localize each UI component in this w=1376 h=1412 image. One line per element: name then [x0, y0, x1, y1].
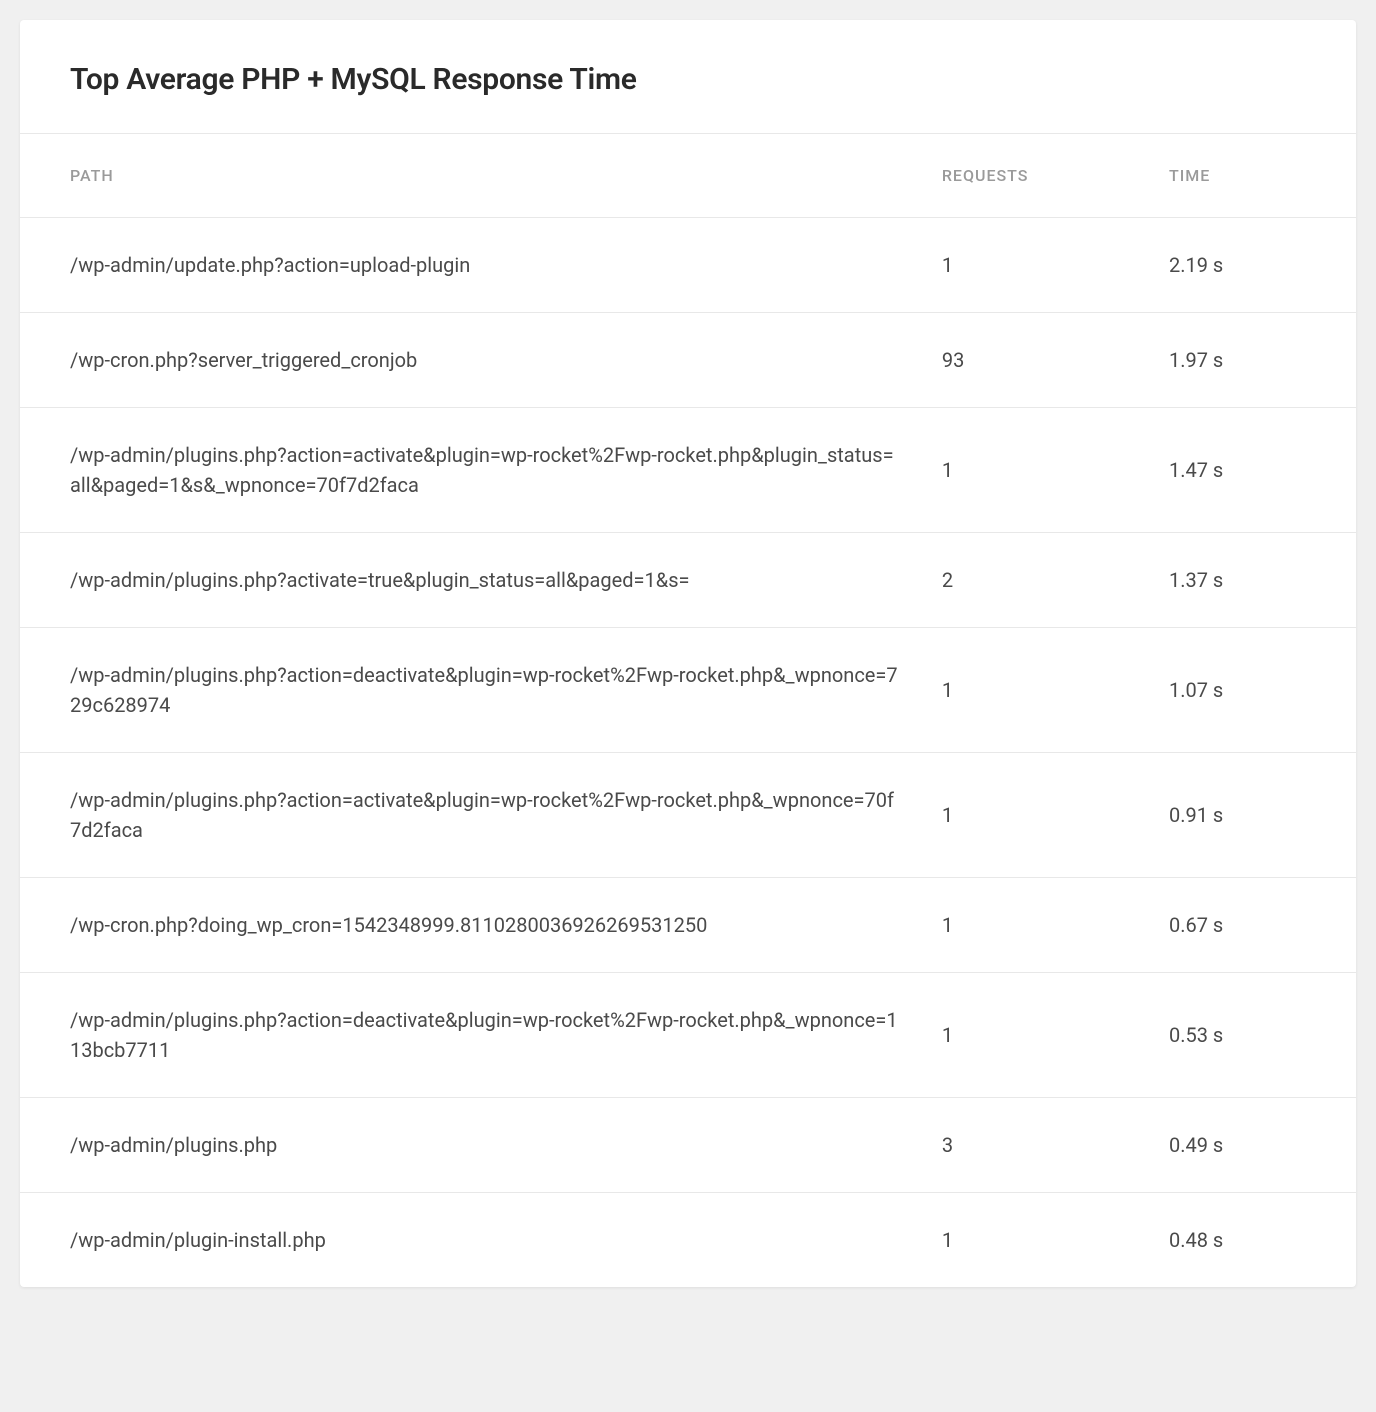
column-header-time[interactable]: TIME	[1169, 134, 1356, 218]
table-row[interactable]: /wp-admin/plugin-install.php10.48 s	[20, 1193, 1356, 1288]
cell-requests: 1	[942, 973, 1169, 1098]
cell-path: /wp-cron.php?doing_wp_cron=1542348999.81…	[20, 878, 942, 973]
cell-path: /wp-admin/plugins.php?action=activate&pl…	[20, 753, 942, 878]
table-row[interactable]: /wp-admin/plugins.php?action=activate&pl…	[20, 408, 1356, 533]
cell-requests: 2	[942, 533, 1169, 628]
table-header-row: PATH REQUESTS TIME	[20, 134, 1356, 218]
cell-path: /wp-cron.php?server_triggered_cronjob	[20, 313, 942, 408]
cell-time: 0.67 s	[1169, 878, 1356, 973]
cell-path: /wp-admin/plugins.php?action=deactivate&…	[20, 973, 942, 1098]
cell-requests: 1	[942, 218, 1169, 313]
cell-time: 1.37 s	[1169, 533, 1356, 628]
cell-time: 1.07 s	[1169, 628, 1356, 753]
cell-time: 0.91 s	[1169, 753, 1356, 878]
table-row[interactable]: /wp-admin/update.php?action=upload-plugi…	[20, 218, 1356, 313]
cell-path: /wp-admin/plugins.php?action=activate&pl…	[20, 408, 942, 533]
table-row[interactable]: /wp-cron.php?doing_wp_cron=1542348999.81…	[20, 878, 1356, 973]
table-row[interactable]: /wp-cron.php?server_triggered_cronjob931…	[20, 313, 1356, 408]
response-time-card: Top Average PHP + MySQL Response Time PA…	[20, 20, 1356, 1287]
cell-requests: 3	[942, 1098, 1169, 1193]
cell-time: 0.49 s	[1169, 1098, 1356, 1193]
cell-time: 0.53 s	[1169, 973, 1356, 1098]
column-header-requests[interactable]: REQUESTS	[942, 134, 1169, 218]
card-header: Top Average PHP + MySQL Response Time	[20, 20, 1356, 134]
cell-time: 1.97 s	[1169, 313, 1356, 408]
cell-requests: 1	[942, 628, 1169, 753]
cell-time: 1.47 s	[1169, 408, 1356, 533]
cell-requests: 1	[942, 1193, 1169, 1288]
cell-requests: 1	[942, 878, 1169, 973]
table-row[interactable]: /wp-admin/plugins.php?action=activate&pl…	[20, 753, 1356, 878]
response-time-table: PATH REQUESTS TIME /wp-admin/update.php?…	[20, 134, 1356, 1287]
cell-time: 2.19 s	[1169, 218, 1356, 313]
cell-requests: 1	[942, 753, 1169, 878]
table-row[interactable]: /wp-admin/plugins.php?action=deactivate&…	[20, 628, 1356, 753]
cell-path: /wp-admin/plugin-install.php	[20, 1193, 942, 1288]
cell-path: /wp-admin/plugins.php?action=deactivate&…	[20, 628, 942, 753]
table-row[interactable]: /wp-admin/plugins.php?activate=true&plug…	[20, 533, 1356, 628]
cell-path: /wp-admin/update.php?action=upload-plugi…	[20, 218, 942, 313]
cell-requests: 1	[942, 408, 1169, 533]
cell-time: 0.48 s	[1169, 1193, 1356, 1288]
table-row[interactable]: /wp-admin/plugins.php?action=deactivate&…	[20, 973, 1356, 1098]
card-title: Top Average PHP + MySQL Response Time	[70, 62, 1306, 97]
column-header-path[interactable]: PATH	[20, 134, 942, 218]
table-row[interactable]: /wp-admin/plugins.php30.49 s	[20, 1098, 1356, 1193]
cell-path: /wp-admin/plugins.php	[20, 1098, 942, 1193]
cell-path: /wp-admin/plugins.php?activate=true&plug…	[20, 533, 942, 628]
cell-requests: 93	[942, 313, 1169, 408]
